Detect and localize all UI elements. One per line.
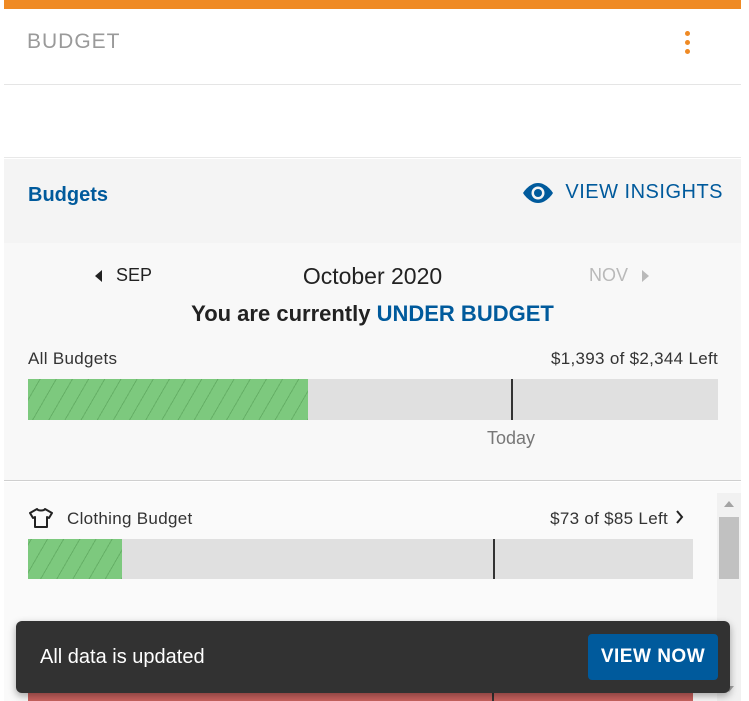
eye-icon <box>523 182 554 203</box>
chevron-right-icon <box>676 510 684 524</box>
shirt-icon <box>29 508 53 528</box>
budget-widget: BUDGET Budgets VIEW INSIGHTS October 202… <box>4 0 741 701</box>
budgets-toolbar: Budgets VIEW INSIGHTS <box>4 159 741 243</box>
caret-left-icon <box>95 269 102 282</box>
scroll-thumb[interactable] <box>719 517 739 579</box>
prev-month-button[interactable]: SEP <box>95 265 152 286</box>
widget-header: BUDGET <box>4 9 741 85</box>
widget-title: BUDGET <box>27 30 121 53</box>
all-budgets-progress-fill <box>28 379 308 420</box>
status-prefix: You are currently <box>191 301 377 326</box>
blank-spacer <box>4 86 741 158</box>
snackbar: All data is updated VIEW NOW <box>16 621 730 693</box>
all-budgets-progress-bar <box>28 379 718 420</box>
kebab-menu-icon[interactable] <box>678 29 698 59</box>
view-insights-label: VIEW INSIGHTS <box>565 181 723 203</box>
status-highlight: UNDER BUDGET <box>376 301 554 326</box>
budget-summary: October 2020 SEP NOV You are currently U… <box>4 243 741 481</box>
today-marker <box>511 379 513 420</box>
all-budgets-amount: $1,393 of $2,344 Left <box>551 349 718 368</box>
budget-status: You are currently UNDER BUDGET <box>4 301 741 327</box>
caret-right-icon <box>642 269 650 282</box>
category-label: Clothing Budget <box>67 509 193 528</box>
category-progress-fill <box>28 539 122 579</box>
today-label: Today <box>486 428 536 448</box>
top-accent-bar <box>4 0 741 9</box>
category-progress-bar <box>28 539 693 579</box>
scroll-up-arrow-icon[interactable] <box>724 501 734 507</box>
budgets-link[interactable]: Budgets <box>28 184 108 207</box>
prev-month-label: SEP <box>116 265 153 285</box>
next-month-button: NOV <box>589 265 650 286</box>
category-amount: $73 of $85 Left <box>550 509 668 528</box>
all-budgets-label: All Budgets <box>28 349 118 368</box>
snackbar-message: All data is updated <box>40 646 205 668</box>
today-marker <box>493 539 495 579</box>
view-now-button[interactable]: VIEW NOW <box>588 634 718 680</box>
next-month-label: NOV <box>589 265 629 285</box>
view-insights-button[interactable]: VIEW INSIGHTS <box>521 181 723 204</box>
